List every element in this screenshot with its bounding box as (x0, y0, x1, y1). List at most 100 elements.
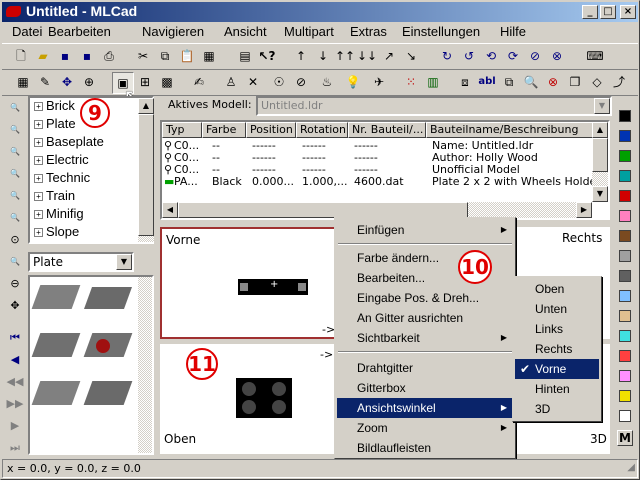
open-folder-icon[interactable]: ▰ (32, 46, 54, 68)
expand-icon[interactable]: + (34, 138, 43, 147)
tree-scrollbar[interactable]: ▲ (138, 98, 154, 242)
menu-datei[interactable]: Datei (12, 24, 42, 39)
scroll-thumb[interactable] (138, 114, 154, 236)
menu-item-gitterbox[interactable]: Gitterbox (337, 378, 513, 398)
search-icon[interactable]: 🔍 (520, 72, 542, 94)
cut-icon[interactable]: ✂ (132, 46, 154, 68)
table-row[interactable]: ▬ PA... Black 0.000... 1.000,... 4600.da… (162, 176, 598, 188)
wizard-icon[interactable]: ✍ (188, 72, 210, 94)
menu-item-zoom[interactable]: Zoom ▶ (337, 418, 513, 438)
tree-item-plate[interactable]: + Plate (34, 116, 76, 134)
table-v-scrollbar[interactable]: ▲ ▼ (592, 122, 608, 202)
forbid-icon[interactable]: ⊗ (542, 72, 564, 94)
menu-item-bildlaufleisten[interactable]: Bildlaufleisten (337, 438, 513, 458)
maximize-button[interactable]: □ (600, 5, 616, 19)
expand-icon[interactable]: + (34, 120, 43, 129)
move-diag-icon[interactable]: ↗ (378, 46, 400, 68)
table-h-scrollbar[interactable]: ◀ ▶ (162, 202, 592, 218)
color-swatch-black[interactable] (619, 110, 631, 122)
delete-icon[interactable]: ▦ (198, 46, 220, 68)
dotgrid-icon[interactable]: ⁙ (400, 72, 422, 94)
book-icon[interactable]: ▥ (422, 72, 444, 94)
light-icon[interactable]: ♨ (316, 72, 338, 94)
menu-item-gitter-ausrichten[interactable]: An Gitter ausrichten (337, 308, 513, 328)
table-row[interactable]: ⚲ C0... -- ------ ------ ------ Author: … (162, 152, 592, 164)
rotate-z-icon[interactable]: ⊘ (524, 46, 546, 68)
table-row[interactable]: ⚲ C0... -- ------ ------ ------ Unoffici… (162, 164, 592, 176)
title-bar[interactable]: Untitled - MLCad _ □ × (2, 2, 638, 22)
submenu-item-oben[interactable]: Oben (515, 279, 599, 299)
prev-step-icon[interactable]: ◀ (6, 351, 24, 369)
menu-extras[interactable]: Extras (350, 24, 387, 39)
menu-item-eingabe-pos[interactable]: Eingabe Pos. & Dreh... (337, 288, 513, 308)
print-icon[interactable]: ⎙ (98, 46, 120, 68)
submenu-item-links[interactable]: Links (515, 319, 599, 339)
preview-scrollbar[interactable] (138, 277, 152, 453)
color-swatch-yellow[interactable] (619, 390, 631, 402)
no-icon[interactable]: ⊘ (290, 72, 312, 94)
submenu-item-vorne[interactable]: ✔ Vorne (515, 359, 599, 379)
menu-bearbeiten[interactable]: Bearbeiten (48, 24, 111, 39)
zoom-preset-5-icon[interactable]: 🔍 (6, 187, 24, 205)
menu-multipart[interactable]: Multipart (284, 24, 334, 39)
scroll-thumb[interactable] (178, 202, 468, 218)
menu-item-ansichtswinkel[interactable]: Ansichtswinkel ▶ (337, 398, 513, 418)
keyboard-icon[interactable]: ⌨ (584, 46, 606, 68)
color-swatch-light-red[interactable] (619, 350, 631, 362)
color-swatch-dark-gray[interactable] (619, 270, 631, 282)
submenu-item-3d[interactable]: 3D (515, 399, 599, 419)
color-swatch-magenta[interactable] (619, 370, 631, 382)
tree-item-baseplate[interactable]: + Baseplate (34, 134, 104, 152)
color-swatch-blue[interactable] (619, 130, 631, 142)
export-icon[interactable]: ⤴ (608, 72, 630, 94)
col-header-farbe[interactable]: Farbe (202, 122, 246, 138)
col-header-typ[interactable]: Typ (162, 122, 202, 138)
move-right-icon[interactable]: ↓↓ (356, 46, 378, 68)
scroll-down-icon[interactable]: ▼ (592, 186, 608, 202)
table-row[interactable]: ⚲ C0... -- ------ ------ ------ Name: Un… (162, 140, 592, 152)
save-icon[interactable]: ▪ (54, 46, 76, 68)
menu-navigieren[interactable]: Navigieren (142, 24, 204, 39)
save-as-icon[interactable]: ▪ (76, 46, 98, 68)
submenu-item-unten[interactable]: Unten (515, 299, 599, 319)
parts-preview[interactable] (28, 275, 154, 455)
abl-icon[interactable]: abl (476, 72, 498, 94)
color-swatch-green[interactable] (619, 150, 631, 162)
edit-pencil-icon[interactable]: ✎ (34, 72, 56, 94)
expand-icon[interactable]: + (34, 156, 43, 165)
dropdown-arrow-icon[interactable]: ▼ (594, 98, 610, 114)
bulb-icon[interactable]: 💡 (342, 72, 364, 94)
zoom-preset-2-icon[interactable]: 🔍 (6, 121, 24, 139)
arrows-icon[interactable]: ✈ (368, 72, 390, 94)
close-button[interactable]: × (620, 5, 636, 19)
submenu-item-rechts[interactable]: Rechts (515, 339, 599, 359)
rotate-x-icon[interactable]: ↻ (436, 46, 458, 68)
new-file-icon[interactable]: 🗋 (10, 46, 32, 68)
menu-item-einfuegen[interactable]: Einfügen ▶ (337, 220, 513, 240)
color-swatch-brown[interactable] (619, 230, 631, 242)
step-back-icon[interactable]: ◀◀ (6, 373, 24, 391)
part-thumbnail[interactable] (31, 381, 81, 405)
menu-hilfe[interactable]: Hilfe (500, 24, 526, 39)
step-forward-icon[interactable]: ▶▶ (6, 395, 24, 413)
first-step-icon[interactable]: ⏮ (6, 329, 24, 347)
tree-item-train[interactable]: + Train (34, 188, 75, 206)
dropdown-arrow-icon[interactable]: ▼ (116, 254, 132, 270)
color-swatch-cyan[interactable] (619, 330, 631, 342)
expand-icon[interactable]: + (34, 228, 43, 237)
col-header-rotation[interactable]: Rotation (296, 122, 348, 138)
zoom-preset-1-icon[interactable]: 🔍 (6, 99, 24, 117)
expand-icon[interactable]: + (34, 192, 43, 201)
menu-einstellungen[interactable]: Einstellungen (402, 24, 480, 39)
move-left-icon[interactable]: ↑↑ (334, 46, 356, 68)
part-thumbnail[interactable] (31, 285, 81, 309)
rotate-y-rev-icon[interactable]: ⟳ (502, 46, 524, 68)
tree-item-minifig[interactable]: + Minifig (34, 206, 84, 224)
tree-item-slope[interactable]: + Slope (34, 224, 79, 242)
sun-icon[interactable]: ☉ (268, 72, 290, 94)
color-swatch-red[interactable] (619, 190, 631, 202)
expand-icon[interactable]: + (34, 210, 43, 219)
submenu-item-hinten[interactable]: Hinten (515, 379, 599, 399)
part-thumbnail[interactable] (83, 381, 133, 405)
layers-icon[interactable]: ◇ (586, 72, 608, 94)
